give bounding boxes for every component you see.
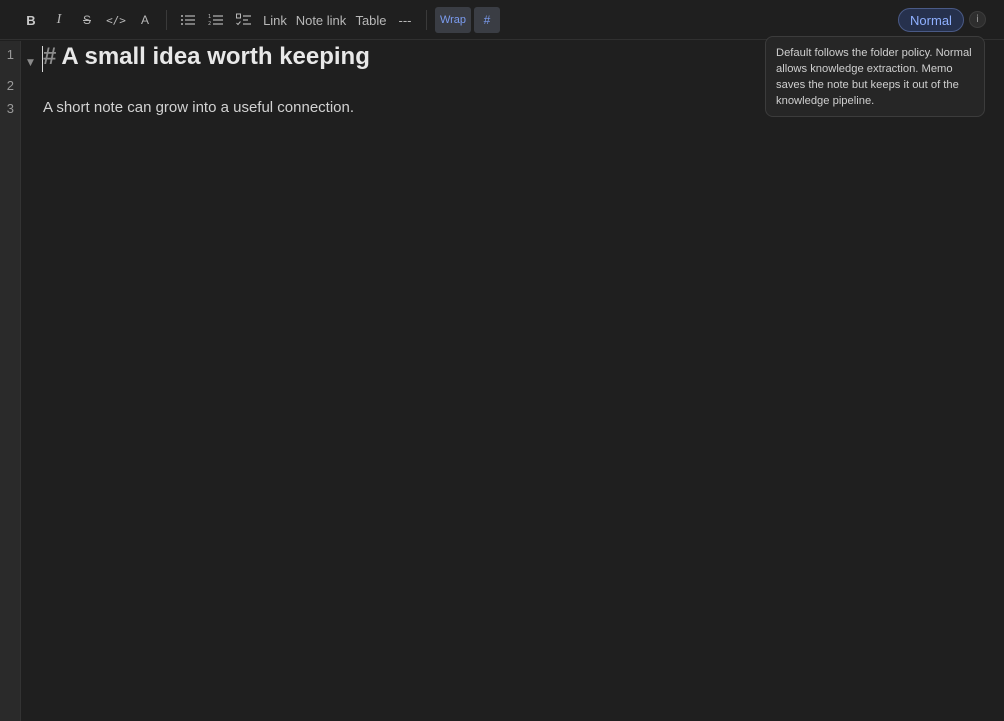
link-button[interactable]: Link: [262, 6, 288, 34]
line-number: 1: [6, 47, 14, 62]
svg-text:2: 2: [208, 21, 211, 27]
formatting-toolbar: B I S </> A 1 2 Link Note link Table ---…: [0, 0, 1004, 40]
mode-info-tooltip: Default follows the folder policy. Norma…: [765, 36, 985, 117]
fold-chevron-down-icon[interactable]: ▼: [27, 58, 34, 68]
note-mode-selector[interactable]: Normal: [898, 8, 964, 32]
task-list-icon: [236, 13, 251, 26]
heading-text: A small idea worth keeping: [61, 43, 370, 70]
svg-text:1: 1: [208, 14, 211, 20]
heading-marker: #: [43, 43, 57, 70]
line-number: 3: [6, 101, 14, 116]
toolbar-divider: [426, 10, 427, 30]
numbered-list-button[interactable]: 1 2: [206, 6, 226, 34]
paragraph-line[interactable]: A short note can grow into a useful conn…: [43, 99, 354, 116]
font-style-button[interactable]: A: [136, 6, 154, 34]
line-numbers-toggle[interactable]: #: [474, 7, 500, 33]
code-button[interactable]: </>: [104, 6, 128, 34]
note-link-button[interactable]: Note link: [295, 6, 347, 34]
horizontal-rule-button[interactable]: ---: [396, 6, 414, 34]
numbered-list-icon: 1 2: [208, 14, 223, 27]
task-list-button[interactable]: [234, 6, 254, 34]
bold-button[interactable]: B: [22, 6, 40, 34]
heading-line[interactable]: # A small idea worth keeping: [43, 43, 370, 71]
table-button[interactable]: Table: [355, 6, 387, 34]
wrap-toggle[interactable]: Wrap: [435, 7, 471, 33]
bullet-list-icon: [181, 15, 195, 25]
bullet-list-button[interactable]: [178, 6, 198, 34]
line-number-gutter: 1 2 3: [0, 41, 21, 721]
info-icon[interactable]: i: [969, 11, 986, 28]
italic-button[interactable]: I: [50, 6, 68, 34]
line-number: 2: [6, 78, 14, 93]
markdown-editor: B I S </> A 1 2 Link Note link Table ---…: [0, 0, 1004, 721]
strikethrough-button[interactable]: S: [78, 6, 96, 34]
toolbar-divider: [166, 10, 167, 30]
